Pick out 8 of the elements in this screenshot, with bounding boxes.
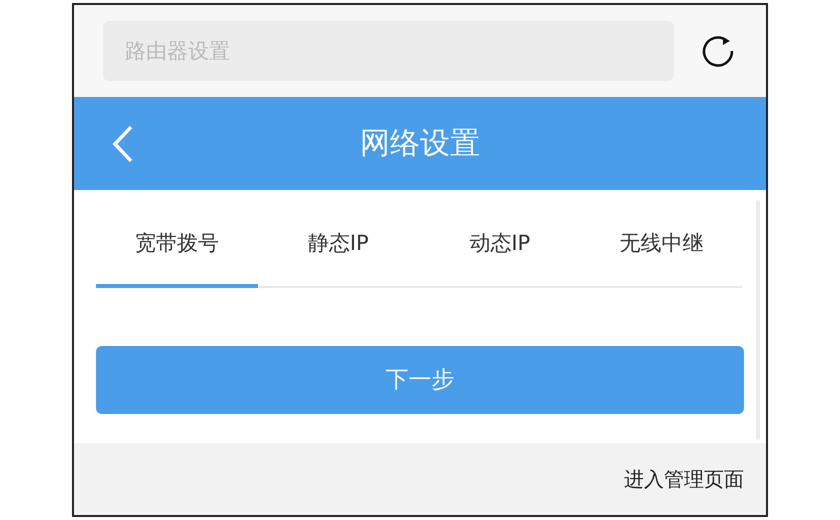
header-title: 网络设置 [360, 125, 480, 163]
back-icon[interactable] [112, 124, 134, 162]
tab[interactable]: 动态IP [419, 204, 580, 288]
tab[interactable]: 静态IP [258, 204, 419, 288]
refresh-icon[interactable] [700, 33, 736, 69]
manage-page-link[interactable]: 进入管理页面 [624, 464, 744, 494]
tab[interactable]: 宽带拨号 [96, 204, 258, 288]
tab[interactable]: 无线中继 [580, 204, 742, 288]
